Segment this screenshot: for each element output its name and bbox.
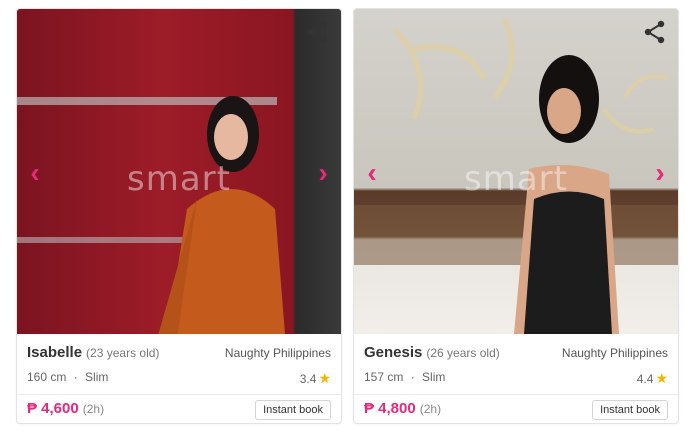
price-row: ₱ 4,600 (2h) Instant book — [27, 400, 331, 422]
profile-age: (26 years old) — [426, 346, 500, 360]
meta-separator: · — [410, 370, 415, 384]
meta-separator: · — [73, 370, 78, 384]
price: ₱ 4,800 — [364, 400, 416, 417]
profile-age: (23 years old) — [86, 346, 160, 360]
profile-body-type: Slim — [422, 370, 446, 384]
share-icon[interactable] — [305, 19, 331, 45]
instant-book-button[interactable]: Instant book — [255, 400, 331, 420]
watermark: smart — [127, 159, 231, 199]
agency-name[interactable]: Naughty Philippines — [225, 346, 331, 360]
price: ₱ 4,600 — [27, 400, 79, 417]
profile-info: Isabelle (23 years old) Naughty Philippin… — [17, 334, 341, 423]
share-icon[interactable] — [642, 19, 668, 45]
chevron-left-icon[interactable]: ‹ — [23, 159, 47, 187]
meta-row: 160 cm · Slim 3.4 ★ — [27, 370, 331, 386]
profile-card[interactable]: smart ‹ › Genesis (26 years old) Naughty … — [353, 8, 679, 424]
divider — [17, 394, 341, 395]
profile-height: 157 cm — [364, 370, 404, 384]
meta-row: 157 cm · Slim 4.4 ★ — [364, 370, 668, 386]
star-icon: ★ — [655, 370, 668, 386]
profile-name[interactable]: Isabelle — [27, 344, 82, 361]
star-icon: ★ — [318, 370, 331, 386]
name-row: Genesis (26 years old) Naughty Philippine… — [364, 344, 668, 364]
rating: 4.4 ★ — [637, 370, 668, 387]
name-row: Isabelle (23 years old) Naughty Philippin… — [27, 344, 331, 364]
rating: 3.4 ★ — [300, 370, 331, 387]
instant-book-button[interactable]: Instant book — [592, 400, 668, 420]
profile-info: Genesis (26 years old) Naughty Philippine… — [354, 334, 678, 423]
profile-name[interactable]: Genesis — [364, 344, 422, 361]
rating-value: 4.4 — [636, 372, 654, 386]
watermark: smart — [464, 159, 568, 199]
chevron-right-icon[interactable]: › — [648, 159, 672, 187]
profile-photo[interactable]: smart ‹ › — [17, 9, 341, 334]
price-row: ₱ 4,800 (2h) Instant book — [364, 400, 668, 422]
profile-height: 160 cm — [27, 370, 67, 384]
chevron-right-icon[interactable]: › — [311, 159, 335, 187]
duration: (2h) — [82, 402, 105, 416]
divider — [354, 394, 678, 395]
chevron-left-icon[interactable]: ‹ — [360, 159, 384, 187]
profile-card[interactable]: smart ‹ › Isabelle (23 years old) Naughty… — [16, 8, 342, 424]
agency-name[interactable]: Naughty Philippines — [562, 346, 668, 360]
rating-value: 3.4 — [299, 372, 317, 386]
duration: (2h) — [419, 402, 442, 416]
profile-body-type: Slim — [85, 370, 109, 384]
profile-photo[interactable]: smart ‹ › — [354, 9, 678, 334]
